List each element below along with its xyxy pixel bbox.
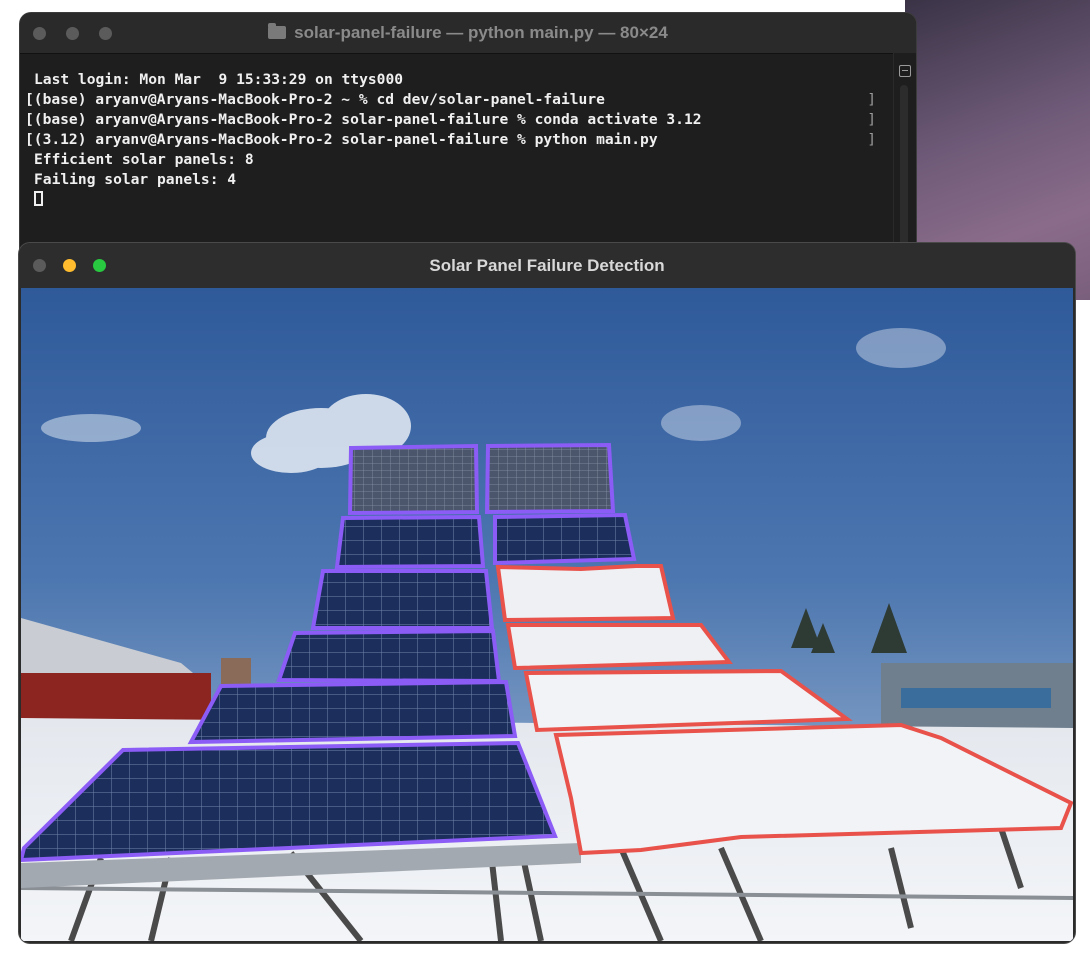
viewer-titlebar[interactable]: Solar Panel Failure Detection — [19, 243, 1075, 288]
terminal-window[interactable]: solar-panel-failure — python main.py — 8… — [20, 13, 916, 263]
terminal-line-text: Last login: Mon Mar 9 15:33:29 on ttys00… — [34, 71, 404, 88]
terminal-line: [(base) aryanv@Aryans-MacBook-Pro-2 ~ % … — [25, 90, 876, 110]
detection-image-svg — [19, 288, 1074, 943]
terminal-output[interactable]: Last login: Mon Mar 9 15:33:29 on ttys00… — [25, 70, 876, 210]
efficient-panel — [187, 679, 518, 745]
terminal-line-text: [(base) aryanv@Aryans-MacBook-Pro-2 ~ % … — [25, 91, 605, 108]
terminal-line: Efficient solar panels: 8 — [34, 150, 876, 170]
efficient-panel — [334, 514, 486, 570]
image-viewer-window[interactable]: Solar Panel Failure Detection — [19, 243, 1075, 943]
efficient-panel — [484, 442, 616, 515]
efficient-panel — [347, 443, 480, 516]
terminal-line-text: Failing solar panels: 4 — [34, 171, 237, 188]
terminal-cursor-line — [34, 190, 876, 210]
detection-image — [19, 288, 1074, 943]
efficient-panel — [310, 569, 495, 630]
terminal-line-text: [(base) aryanv@Aryans-MacBook-Pro-2 sola… — [25, 111, 702, 128]
terminal-title-text: solar-panel-failure — python main.py — 8… — [294, 23, 668, 42]
efficient-panel — [276, 628, 502, 684]
terminal-line-text: Efficient solar panels: 8 — [34, 151, 254, 168]
terminal-titlebar[interactable]: solar-panel-failure — python main.py — 8… — [20, 13, 916, 54]
terminal-line-text: [(3.12) aryanv@Aryans-MacBook-Pro-2 sola… — [25, 131, 658, 148]
efficient-panel — [493, 512, 637, 566]
failing-panel — [505, 623, 733, 671]
viewer-title: Solar Panel Failure Detection — [429, 256, 665, 275]
scroll-track[interactable] — [900, 85, 908, 263]
scroll-marker-icon[interactable] — [899, 65, 911, 77]
terminal-title: solar-panel-failure — python main.py — 8… — [20, 13, 916, 53]
bracket-marker: ] — [867, 131, 876, 148]
bracket-marker: ] — [867, 111, 876, 128]
terminal-scrollbar[interactable] — [893, 53, 916, 263]
failing-panel — [495, 564, 676, 623]
terminal-line: [(3.12) aryanv@Aryans-MacBook-Pro-2 sola… — [25, 130, 876, 150]
bracket-marker: ] — [867, 91, 876, 108]
cursor-icon — [34, 191, 43, 206]
folder-icon — [268, 23, 287, 39]
terminal-line: [(base) aryanv@Aryans-MacBook-Pro-2 sola… — [25, 110, 876, 130]
terminal-line: Last login: Mon Mar 9 15:33:29 on ttys00… — [34, 70, 876, 90]
terminal-line: Failing solar panels: 4 — [34, 170, 876, 190]
